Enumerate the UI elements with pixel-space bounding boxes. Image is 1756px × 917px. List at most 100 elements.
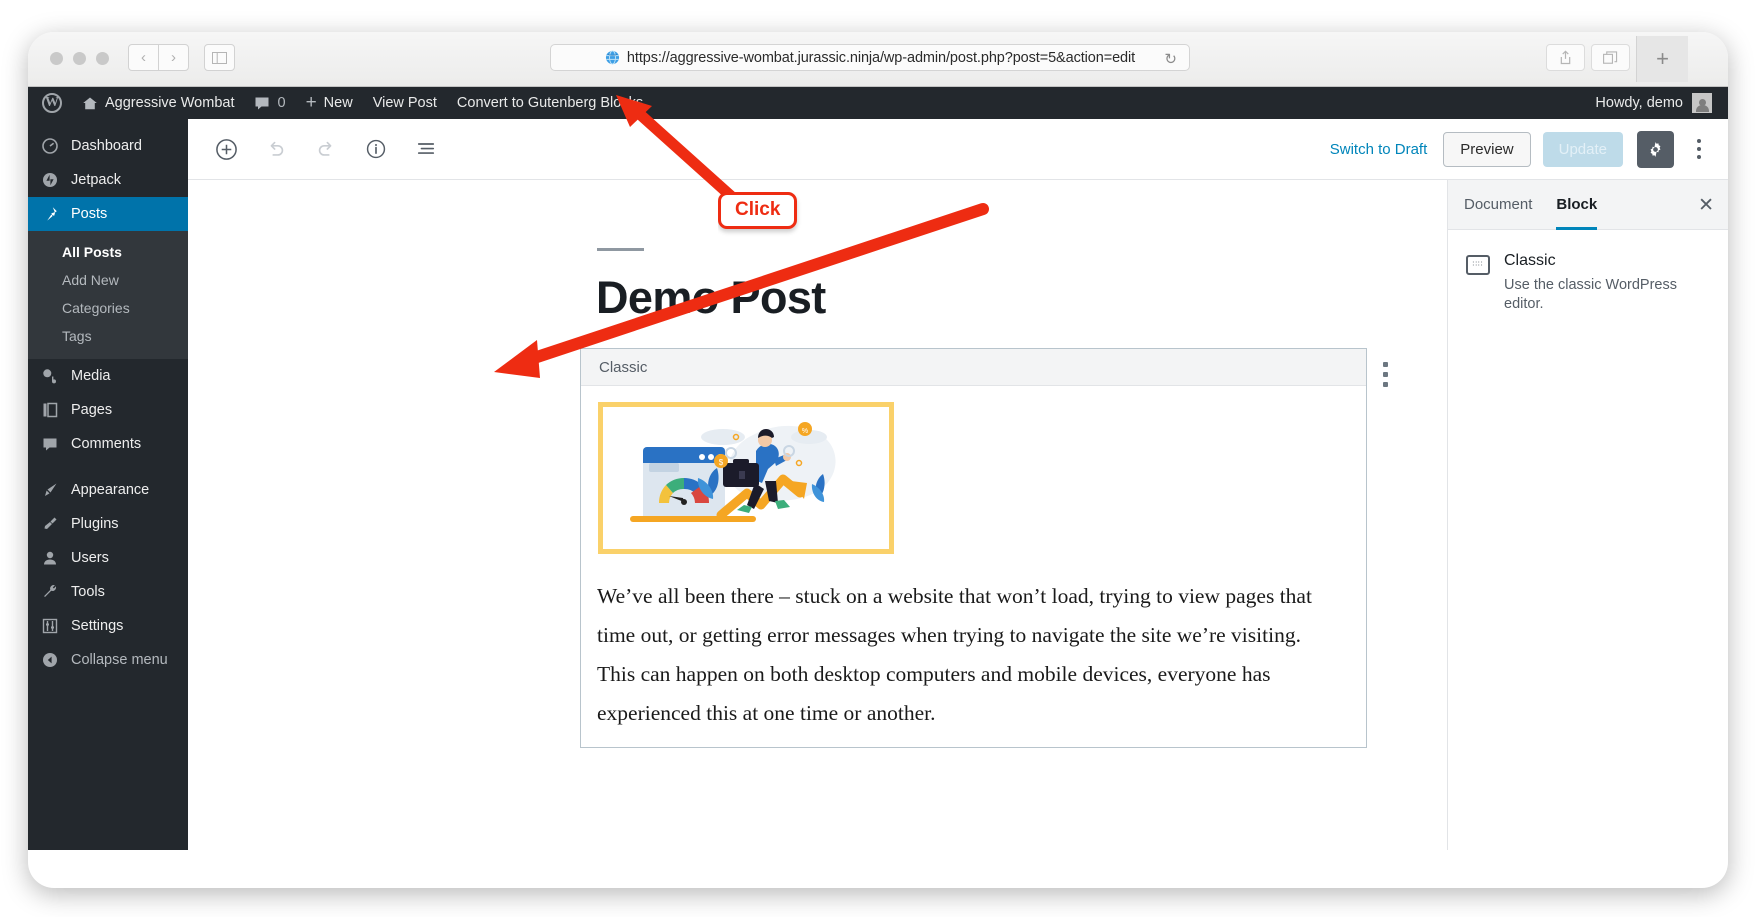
block-options-icon[interactable] [1383,362,1388,387]
reload-icon[interactable]: ↻ [1164,50,1177,68]
comment-count: 0 [277,95,286,111]
submenu-item-add-new[interactable]: Add New [28,266,188,294]
minimize-window-button[interactable] [73,52,86,65]
sidebar-label-dashboard: Dashboard [71,138,142,154]
dashboard-glyph [42,138,58,154]
content-info-icon[interactable] [354,127,398,171]
collapse-icon [40,652,60,668]
sidebar-item-settings[interactable]: Settings [28,609,188,643]
convert-label: Convert to Gutenberg Blocks [456,95,644,111]
info-glyph [366,139,386,159]
maximize-window-button[interactable] [96,52,109,65]
sidebar-label-plugins: Plugins [71,516,119,532]
block-navigation-icon[interactable] [404,127,448,171]
dashboard-icon [40,138,60,154]
classic-block-icon: ∷∷ [1466,255,1490,275]
submenu-item-all-posts[interactable]: All Posts [28,238,188,266]
sidebar-item-jetpack[interactable]: Jetpack [28,163,188,197]
new-tab-button[interactable]: + [1636,36,1688,82]
sidebar-label-comments: Comments [71,436,142,452]
convert-to-gutenberg-blocks-link[interactable]: Convert to Gutenberg Blocks [447,87,653,119]
undo-glyph [270,141,284,156]
undo-icon[interactable] [254,127,298,171]
close-window-button[interactable] [50,52,63,65]
sidebar-label-collapse: Collapse menu [71,652,168,668]
wp-logo-menu[interactable]: W [28,87,72,119]
tab-block[interactable]: Block [1556,180,1597,230]
redo-icon[interactable] [304,127,348,171]
keyboard-glyph: ∷∷ [1472,261,1484,268]
sidebar-item-dashboard[interactable]: Dashboard [28,129,188,163]
more-options-icon[interactable] [1682,131,1716,168]
jetpack-icon [40,172,60,188]
plug-glyph [44,517,57,529]
sidebar-item-posts[interactable]: Posts [28,197,196,231]
close-icon[interactable]: ✕ [1698,194,1714,217]
settings-icon [40,618,60,634]
classic-block-header: Classic [581,349,1366,386]
comments-menu[interactable]: 0 [244,87,295,119]
globe-icon [605,50,619,65]
tab-document[interactable]: Document [1464,180,1532,230]
title-accent-rule [597,248,644,251]
switch-to-draft-button[interactable]: Switch to Draft [1330,141,1428,158]
pin-glyph [47,207,57,221]
page-title[interactable]: Demo Post [596,272,826,324]
site-name-label: Aggressive Wombat [105,95,235,111]
media-icon [40,368,60,384]
editor-canvas[interactable]: Demo Post Classic $ % We’ve all been the… [188,180,1482,850]
more-dots [1697,139,1701,159]
plus-icon: + [305,92,317,113]
home-glyph [83,97,97,109]
new-content-menu[interactable]: + New [296,87,363,119]
sidebar-label-appearance: Appearance [71,482,150,498]
new-tab-glyph: + [1656,46,1669,71]
editor-toolbar: Switch to Draft Preview Update [188,119,1728,180]
admin-sidebar-menu: Dashboard Jetpack Posts All Posts Add Ne… [28,119,196,850]
share-icon[interactable] [1546,44,1585,71]
home-icon [82,96,98,111]
preview-button[interactable]: Preview [1443,131,1531,167]
sliders-glyph [42,618,58,634]
browser-chrome: ‹ › https://aggressive-wombat.jurassic.n… [28,32,1728,87]
sidebar-item-plugins[interactable]: Plugins [28,507,188,541]
view-post-link[interactable]: View Post [363,87,447,119]
classic-block[interactable]: Classic $ % We’ve all been there – stuck… [580,348,1388,748]
illustration-graphic: $ % [603,407,889,549]
sidebar-item-media[interactable]: Media [28,359,188,393]
forward-icon[interactable]: › [158,44,189,71]
wp-admin-bar: W Aggressive Wombat 0 + New View Post Co… [28,87,1728,119]
plugins-icon [40,516,60,532]
url-bar[interactable]: https://aggressive-wombat.jurassic.ninja… [550,44,1190,71]
comments-glyph [43,438,57,450]
list-view-glyph [417,143,435,154]
back-icon[interactable]: ‹ [128,44,159,71]
sidebar-label-jetpack: Jetpack [71,172,121,188]
update-button[interactable]: Update [1542,131,1623,167]
site-name-menu[interactable]: Aggressive Wombat [72,87,244,119]
classic-block-label: Classic [599,358,648,376]
sidebar-item-tools[interactable]: Tools [28,575,188,609]
posts-submenu: All Posts Add New Categories Tags [28,231,188,359]
sidebar-item-appearance[interactable]: Appearance [28,473,188,507]
pages-glyph [43,402,58,418]
sidebar-item-comments[interactable]: Comments [28,427,188,461]
add-block-icon[interactable] [204,127,248,171]
sidebar-item-users[interactable]: Users [28,541,188,575]
sidebar-toggle-icon[interactable] [204,44,235,71]
sidebar-item-pages[interactable]: Pages [28,393,188,427]
svg-text:$: $ [719,458,724,467]
gear-icon[interactable] [1637,130,1674,168]
media-glyph [43,369,56,384]
appearance-icon [40,482,60,498]
sidebar-glyph [212,51,227,64]
account-menu[interactable]: Howdy, demo [1595,93,1728,113]
featured-illustration[interactable]: $ % [598,402,894,554]
show-tabs-icon[interactable] [1591,44,1630,71]
settings-tabs: Document Block ✕ [1448,180,1728,230]
sidebar-item-collapse-menu[interactable]: Collapse menu [28,643,188,677]
post-body-text[interactable]: We’ve all been there – stuck on a websit… [597,577,1327,733]
avatar [1692,93,1712,113]
submenu-item-categories[interactable]: Categories [28,294,188,322]
submenu-item-tags[interactable]: Tags [28,322,188,350]
